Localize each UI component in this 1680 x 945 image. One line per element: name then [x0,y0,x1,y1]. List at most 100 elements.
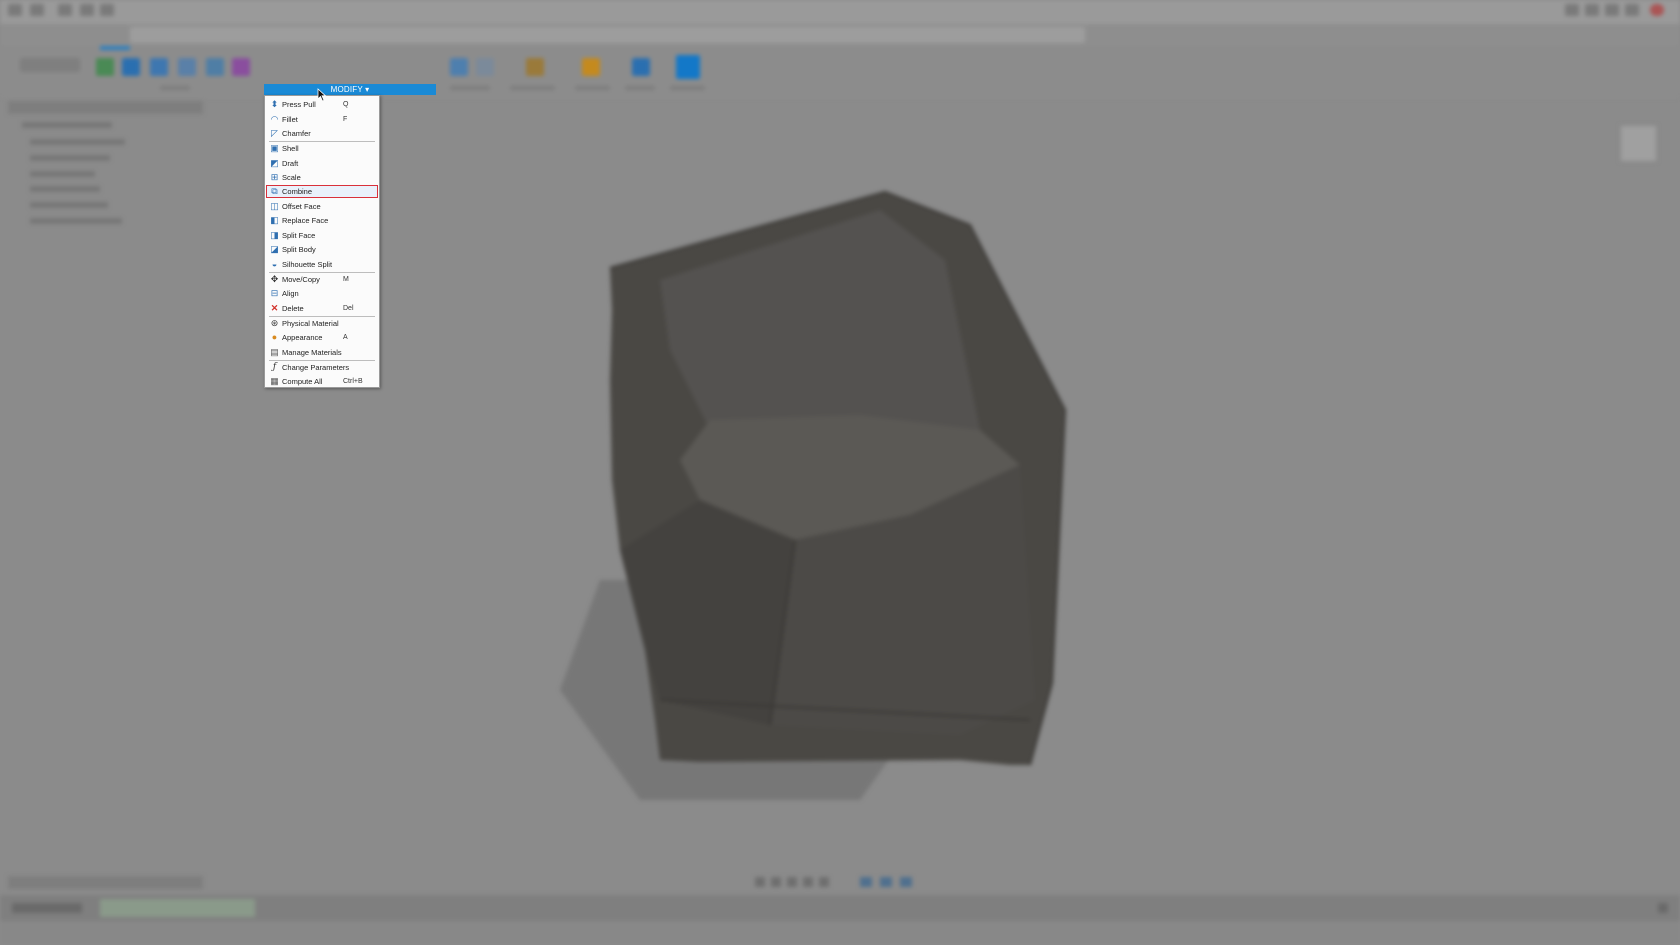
joint-icon[interactable] [476,58,494,76]
construct-icon[interactable] [526,58,544,76]
menu-item-fillet[interactable]: ◠ Fillet F [266,113,378,126]
settings-icon[interactable] [1625,4,1639,16]
modify-menu-button[interactable]: MODIFY ▾ [264,84,436,95]
status-bar [0,921,1680,945]
comments-panel-header[interactable] [8,876,203,889]
zoom-icon[interactable] [803,877,813,887]
file-icon[interactable] [30,4,44,16]
inactive-document-tab[interactable] [1085,27,1555,43]
menu-item-align[interactable]: ⊟ Align [266,287,378,300]
combine-icon: ⧉ [271,186,278,196]
menu-item-appearance[interactable]: ● Appearance A [266,331,378,344]
view-cube-face[interactable] [1620,125,1657,162]
menu-item-move-copy[interactable]: ✥ Move/Copy M [266,273,378,286]
tab-solid[interactable] [100,46,130,50]
timeline-settings-icon[interactable] [1658,903,1668,913]
menu-item-physical-material[interactable]: ⊛ Physical Material [266,317,378,330]
menu-item-combine[interactable]: ⧉ Combine [266,185,378,198]
undo-icon[interactable] [80,4,94,16]
browser-node-origin[interactable] [30,171,95,177]
browser-root-node[interactable] [22,122,112,128]
menu-item-delete[interactable]: ✕ Delete Del [266,302,378,315]
create-form-icon[interactable] [232,58,250,76]
menu-item-draft[interactable]: ◩ Draft [266,157,378,170]
redo-icon[interactable] [100,4,114,16]
app-menu-icon[interactable] [8,4,22,16]
press-pull-icon: ⬍ [270,99,279,109]
workspace-switcher[interactable] [20,58,80,72]
browser-node-sketches[interactable] [30,202,108,208]
toolbar [0,46,1680,98]
shell-icon: ▣ [270,143,279,153]
look-at-icon[interactable] [771,877,781,887]
menu-item-chamfer[interactable]: ◸ Chamfer [266,127,378,140]
move-copy-icon: ✥ [270,273,279,284]
notification-icon[interactable] [1605,4,1619,16]
menu-item-replace-face[interactable]: ◧ Replace Face [266,214,378,227]
timeline [0,895,1680,921]
scale-icon: ⊞ [270,172,279,182]
orbit-icon[interactable] [755,877,765,887]
offset-face-icon: ◫ [270,200,279,211]
add-icon[interactable] [1565,4,1579,16]
draft-icon: ◩ [270,157,279,168]
browser-node-bodies[interactable] [30,186,100,192]
menu-item-split-body[interactable]: ◪ Split Body [266,243,378,256]
save-icon[interactable] [58,4,72,16]
assemble-label [450,86,490,90]
menu-item-offset-face[interactable]: ◫ Offset Face [266,200,378,213]
chamfer-icon: ◸ [271,128,278,138]
viewports-icon[interactable] [900,877,912,887]
insert-label [625,86,655,90]
change-parameters-icon: ƒ [272,361,277,372]
delete-icon: ✕ [270,302,279,313]
title-bar [0,0,1680,24]
revolve-icon[interactable] [150,58,168,76]
select-label [670,86,705,90]
browser-node-named-views[interactable] [30,155,110,161]
modify-dropdown-menu: ⬍ Press Pull Q ◠ Fillet F ◸ Chamfer ▣ Sh… [264,95,380,388]
view-cube[interactable] [1615,115,1660,170]
document-tab-bar [0,24,1680,46]
pan-icon[interactable] [787,877,797,887]
fit-icon[interactable] [819,877,829,887]
avatar[interactable] [1650,4,1664,16]
split-body-icon: ◪ [270,244,279,254]
chair-model[interactable] [560,180,1080,820]
browser-panel-header[interactable] [8,101,203,114]
create-label [160,86,190,90]
browser-node-settings[interactable] [30,139,125,145]
silhouette-split-icon: ◒ [271,258,278,269]
display-settings-icon[interactable] [860,877,872,887]
menu-item-manage-materials[interactable]: ▤ Manage Materials [266,346,378,359]
inspect-label [575,86,610,90]
grid-settings-icon[interactable] [880,877,892,887]
sketch-icon[interactable] [96,58,114,76]
menu-item-split-face[interactable]: ◨ Split Face [266,229,378,242]
fillet-icon: ◠ [270,113,279,124]
split-face-icon: ◨ [270,229,279,240]
menu-item-shell[interactable]: ▣ Shell [266,142,378,155]
construct-label [510,86,555,90]
timeline-playback-controls[interactable] [12,903,82,913]
replace-face-icon: ◧ [270,215,279,225]
extrude-icon[interactable] [122,58,140,76]
sweep-icon[interactable] [178,58,196,76]
select-icon[interactable] [676,55,700,79]
align-icon: ⊟ [270,288,279,298]
menu-item-silhouette-split[interactable]: ◒ Silhouette Split [266,258,378,271]
browser-node-construction[interactable] [30,218,122,224]
timeline-features[interactable] [100,899,255,917]
compute-all-icon: ▦ [270,376,279,386]
inspect-icon[interactable] [582,58,600,76]
pattern-icon[interactable] [206,58,224,76]
menu-item-change-parameters[interactable]: ƒ Change Parameters [266,361,378,374]
menu-item-scale[interactable]: ⊞ Scale [266,171,378,184]
assemble-icon[interactable] [450,58,468,76]
mouse-cursor-icon [317,88,327,102]
navigation-bar [755,875,925,889]
menu-item-compute-all[interactable]: ▦ Compute All Ctrl+B [266,375,378,388]
active-document-tab[interactable] [130,27,1085,43]
help-icon[interactable] [1585,4,1599,16]
insert-icon[interactable] [632,58,650,76]
